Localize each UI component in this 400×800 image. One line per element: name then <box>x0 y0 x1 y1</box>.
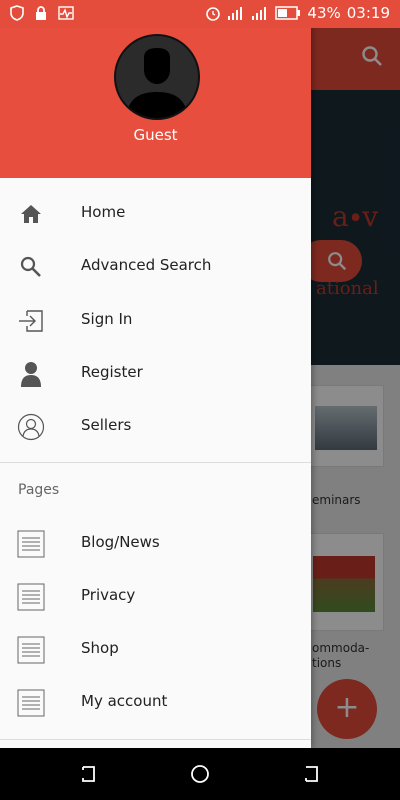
back-icon[interactable] <box>76 762 100 786</box>
avatar[interactable] <box>114 34 200 120</box>
page-icon <box>17 636 45 664</box>
menu-item-label: Register <box>81 363 143 381</box>
user-circle-icon <box>17 413 45 441</box>
menu-item-label: Privacy <box>81 586 136 604</box>
person-icon <box>21 362 41 387</box>
lock-icon <box>36 6 46 20</box>
divider <box>0 739 311 740</box>
menu-item-my-account[interactable]: My account <box>0 677 311 727</box>
battery-percent: 43 <box>307 4 327 22</box>
menu-item-sign-in[interactable]: Sign In <box>0 295 311 345</box>
page-icon <box>17 689 45 717</box>
home-icon <box>21 205 41 223</box>
section-title: Pages <box>18 482 60 498</box>
battery-unit: % <box>326 4 341 22</box>
page-icon <box>17 583 45 611</box>
menu-item-advanced-search[interactable]: Advanced Search <box>0 241 311 291</box>
signal-icon <box>252 7 267 20</box>
battery-icon <box>275 6 301 20</box>
menu-item-label: Home <box>81 203 126 221</box>
menu-item-home[interactable]: Home <box>0 188 311 238</box>
divider <box>0 462 311 463</box>
menu-item-blog-news[interactable]: Blog/News <box>0 518 311 568</box>
user-silhouette-icon <box>126 48 188 118</box>
clock: 03:19 <box>346 4 390 22</box>
system-nav-bar <box>0 748 400 800</box>
sign-in-icon <box>19 310 43 332</box>
search-icon <box>20 256 41 277</box>
menu-item-label: Shop <box>81 639 119 657</box>
menu-item-sellers[interactable]: Sellers <box>0 401 311 451</box>
menu-item-label: Advanced Search <box>81 256 212 274</box>
menu-item-shop[interactable]: Shop <box>0 624 311 674</box>
recent-apps-icon[interactable] <box>300 762 324 786</box>
shield-icon <box>10 5 24 21</box>
navigation-drawer: Guest Home Advanced Search Sign In Regis… <box>0 0 311 748</box>
home-button-icon[interactable] <box>188 762 212 786</box>
alarm-icon <box>206 7 221 21</box>
activity-icon <box>58 6 74 20</box>
status-bar: 43% 03:19 <box>0 0 400 28</box>
menu-item-label: Sellers <box>81 416 132 434</box>
menu-item-register[interactable]: Register <box>0 348 311 398</box>
signal-icon <box>228 7 243 20</box>
menu-item-privacy[interactable]: Privacy <box>0 571 311 621</box>
menu-item-label: Sign In <box>81 310 133 328</box>
menu-item-label: My account <box>81 692 168 710</box>
menu-item-label: Blog/News <box>81 533 160 551</box>
username: Guest <box>133 126 178 144</box>
page-icon <box>17 530 45 558</box>
